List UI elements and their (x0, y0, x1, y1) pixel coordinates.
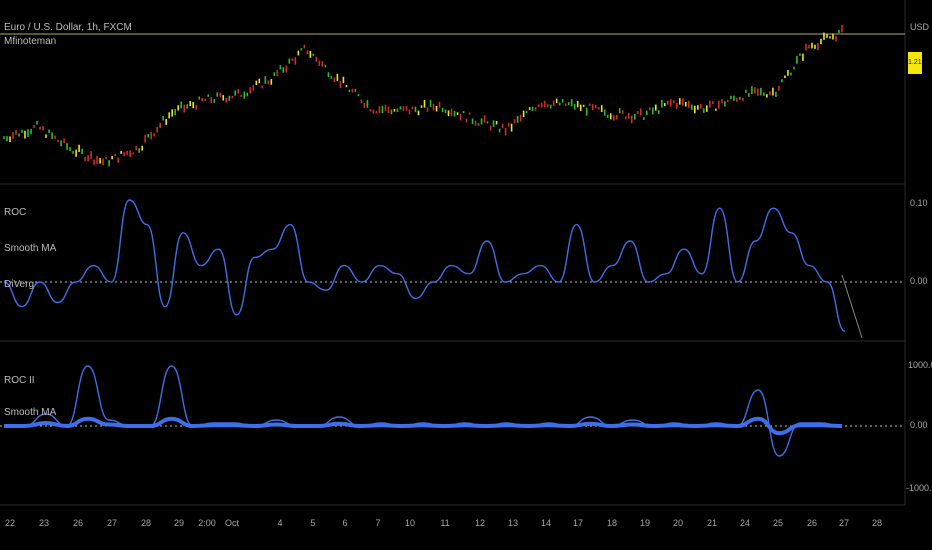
roc2-line (4, 365, 843, 457)
roc-axis-mid: 0.00 (910, 276, 928, 286)
roc2-legend-0: ROC II (4, 375, 35, 386)
time-axis-label: 27 (106, 518, 118, 528)
time-axis-label: 5 (310, 518, 316, 528)
time-axis-label: 29 (173, 518, 185, 528)
time-axis-label: 17 (572, 518, 584, 528)
diverg-line (841, 274, 863, 339)
time-axis-label: 26 (806, 518, 818, 528)
symbol-title: Euro / U.S. Dollar, 1h, FXCM (4, 22, 132, 33)
time-axis-label: 20 (672, 518, 684, 528)
time-axis-label: 24 (739, 518, 751, 528)
time-axis-label: 14 (540, 518, 552, 528)
time-axis-label: 21 (706, 518, 718, 528)
trading-chart[interactable] (0, 0, 932, 550)
time-axis-label: 6 (342, 518, 348, 528)
roc2-axis-mid: 0.00 (910, 420, 928, 430)
roc-legend-2: DiVerg (4, 279, 35, 290)
time-axis-label: 7 (375, 518, 381, 528)
time-axis-label: 23 (38, 518, 50, 528)
roc-axis-top: 0.10 (910, 198, 928, 208)
candles-group (3, 24, 843, 167)
time-axis-label: 28 (871, 518, 883, 528)
time-axis-label: 26 (72, 518, 84, 528)
roc2-smooth-ma-line (4, 416, 843, 436)
indicator-name: Mfinoteman (4, 36, 57, 47)
time-axis-label: 19 (639, 518, 651, 528)
time-axis-label: 18 (606, 518, 618, 528)
time-axis-label: 12 (474, 518, 486, 528)
roc2-legend-1: Smooth MA (4, 407, 57, 418)
time-axis-label: 10 (404, 518, 416, 528)
roc-legend-0: ROC (4, 207, 27, 218)
time-axis-label: Oct (224, 518, 240, 528)
time-axis-label: 28 (140, 518, 152, 528)
time-axis-label: 4 (277, 518, 283, 528)
currency-label: USD (910, 22, 930, 32)
roc2-axis-top: 1000.00 (908, 360, 932, 370)
time-axis-label: 2:00 (198, 518, 216, 528)
time-axis-label: 13 (507, 518, 519, 528)
price-badge: 1.2130 (908, 52, 922, 74)
time-axis-label: 25 (772, 518, 784, 528)
time-axis-label: 27 (838, 518, 850, 528)
time-axis-label: 22 (4, 518, 16, 528)
time-axis-label: 11 (440, 518, 450, 528)
roc-line (3, 199, 846, 332)
roc2-axis-bottom: -1000.00 (906, 483, 932, 493)
roc-legend-1: Smooth MA (4, 243, 57, 254)
